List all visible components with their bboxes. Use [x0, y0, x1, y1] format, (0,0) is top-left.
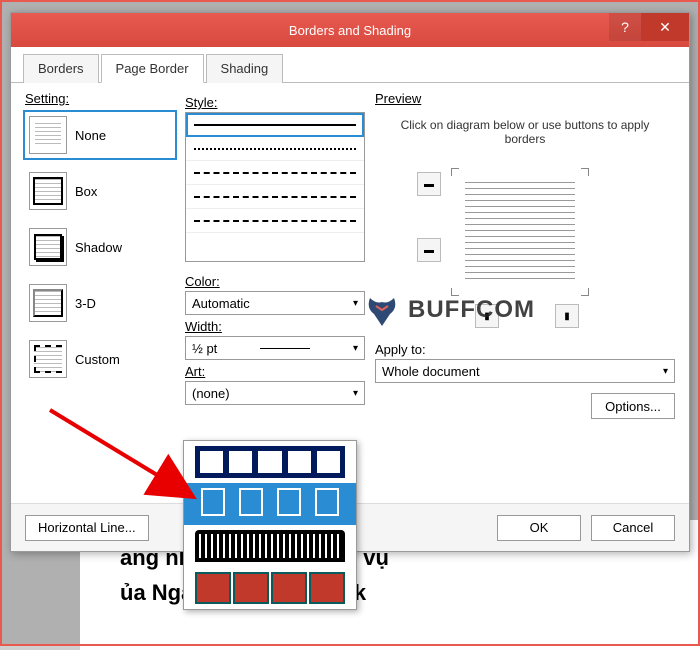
- art-option-chairs[interactable]: [184, 483, 356, 525]
- art-dropdown-list[interactable]: [183, 440, 357, 610]
- art-option-filmstrip[interactable]: [184, 441, 356, 483]
- art-option-squares[interactable]: [184, 567, 356, 609]
- art-option-fan[interactable]: [184, 525, 356, 567]
